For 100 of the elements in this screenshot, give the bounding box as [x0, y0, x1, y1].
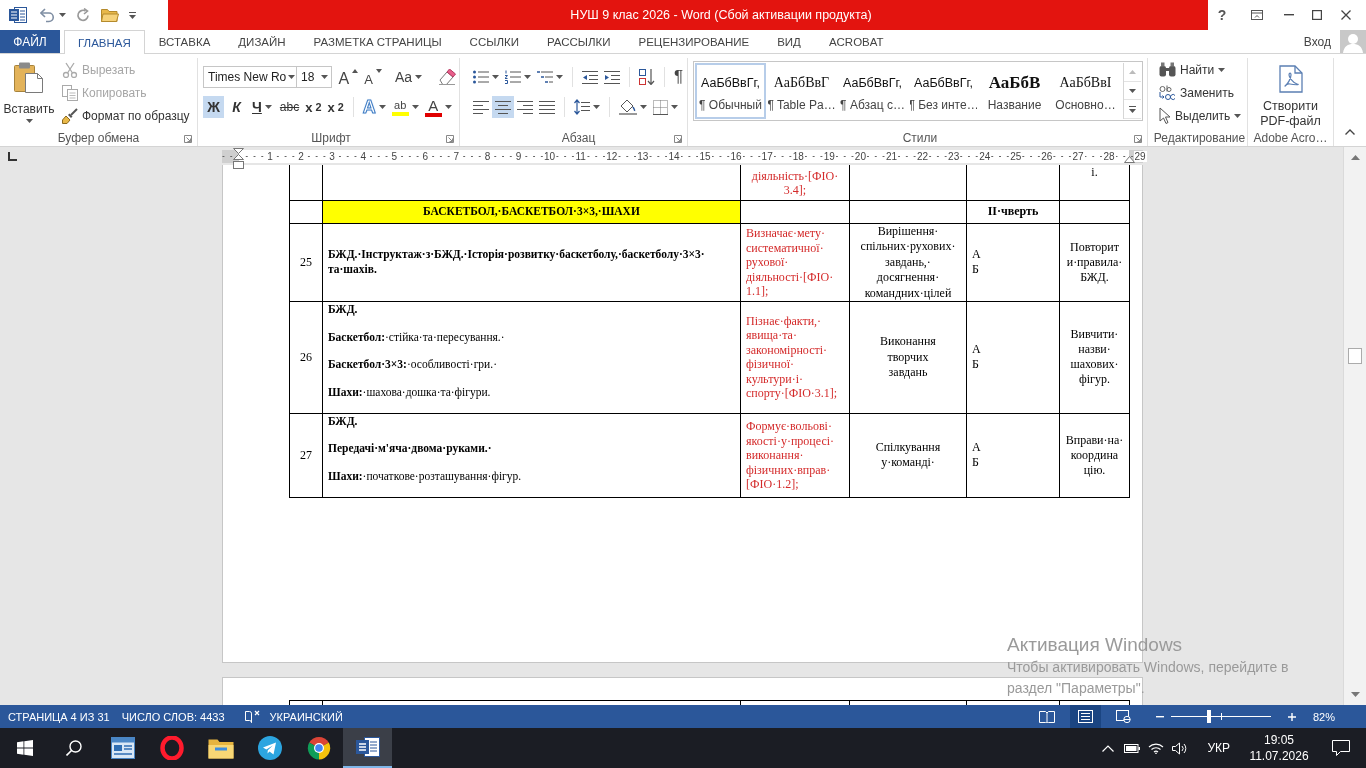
- font-size-field[interactable]: 18: [296, 66, 332, 88]
- app-logo-icon[interactable]: [9, 6, 27, 24]
- cell-text: і.: [1090, 165, 1099, 180]
- ruler-number: 22: [916, 150, 930, 162]
- cell-text: діяльність·[ФІО· 3.4];: [750, 168, 840, 198]
- zoom-level[interactable]: 82%: [1312, 710, 1335, 723]
- caret-icon: [556, 75, 563, 79]
- ruler-number: 3: [328, 150, 336, 162]
- input-language-button[interactable]: УКР: [1201, 728, 1236, 768]
- page-count[interactable]: СТРАНИЦА 4 ИЗ 31: [8, 710, 110, 723]
- taskbar-app-button[interactable]: [343, 728, 392, 768]
- painter-button[interactable]: Формат по образцу: [60, 104, 192, 127]
- dialog-launcher-icon[interactable]: [446, 135, 454, 143]
- ribbon-tab[interactable]: ГЛАВНАЯ: [64, 30, 145, 54]
- clipboard-icon: [13, 62, 45, 93]
- sign-in-link[interactable]: Вход: [1303, 34, 1331, 49]
- indent-marker-icon[interactable]: [1124, 156, 1135, 163]
- cell-text: Пізнає·факти,· явища·та· закономірності· фізичної· культури·і· спорту·[ФІО·3.1];: [746, 313, 839, 401]
- print-view-button[interactable]: [1069, 705, 1101, 728]
- ribbon-tab[interactable]: ВСТАВКА: [144, 30, 225, 53]
- ruler-number: 8: [483, 150, 492, 162]
- eraser-icon: [438, 69, 456, 85]
- cell-text: БЖД.: [328, 413, 359, 429]
- speaker-icon[interactable]: [1172, 741, 1188, 755]
- caret-icon: [59, 13, 66, 17]
- table-cell: [289, 165, 323, 200]
- cell-text: Визначає·мету· систематичної· рухової· діяльності·[ФІО· 1.1];: [746, 226, 835, 299]
- cell-text: Шахи:·початкове·розташування·фігур.: [328, 469, 523, 485]
- ribbon-tab[interactable]: ACROBAT: [814, 30, 898, 53]
- battery-icon[interactable]: [1124, 743, 1141, 753]
- bold-button[interactable]: Ж: [203, 96, 224, 118]
- clock-button[interactable]: 19:05 11.07.2026: [1246, 732, 1312, 764]
- caret-icon: [264, 105, 272, 109]
- ruler-number: 16: [729, 150, 743, 162]
- strikethrough-button[interactable]: abc: [276, 96, 303, 118]
- paste-button[interactable]: Вставить: [3, 58, 55, 130]
- dialog-launcher-icon[interactable]: [184, 135, 192, 143]
- zoom-slider-thumb[interactable]: [1206, 710, 1211, 723]
- style-item[interactable]: АаБбВвГг, ¶ Обычный: [695, 63, 766, 119]
- ribbon-tab[interactable]: РАЗМЕТКА СТРАНИЦЫ: [299, 30, 456, 53]
- dialog-launcher-icon[interactable]: [1134, 135, 1142, 143]
- maximize-icon: [1312, 10, 1322, 20]
- scroll-down-icon[interactable]: [1350, 692, 1360, 697]
- word-count[interactable]: ЧИСЛО СЛОВ: 4433: [121, 710, 225, 723]
- vertical-scrollbar[interactable]: [1343, 147, 1366, 705]
- text-effects-button[interactable]: A: [359, 96, 389, 118]
- sort-icon: [639, 69, 655, 85]
- style-item[interactable]: АаБбВвГ ¶ Table Pa…: [766, 63, 837, 119]
- ring-logo-icon: [159, 736, 184, 760]
- ribbon-tab[interactable]: ССЫЛКИ: [455, 30, 533, 53]
- ribbon-tab[interactable]: РАССЫЛКИ: [532, 30, 625, 53]
- language-button[interactable]: УКРАИНСКИЙ: [269, 710, 343, 723]
- ribbon-tab[interactable]: РЕЦЕНЗИРОВАНИЕ: [624, 30, 764, 53]
- customize-caret-icon: [129, 11, 136, 19]
- minus-icon: [1155, 715, 1164, 718]
- ruler-number: 1: [266, 150, 274, 162]
- font-name-field[interactable]: Times New Ro: [203, 66, 297, 88]
- italic-button[interactable]: К: [226, 96, 247, 118]
- change-case-button[interactable]: Aa: [391, 66, 425, 88]
- show-marks-button[interactable]: ¶: [671, 66, 687, 88]
- chevron-up-icon: [1345, 129, 1355, 135]
- ruler-number: 19: [822, 150, 836, 162]
- folder-icon: [207, 737, 234, 759]
- proofing-book-icon[interactable]: [244, 710, 260, 723]
- ribbon-tab[interactable]: ВИД: [763, 30, 815, 53]
- scroll-up-icon[interactable]: [1350, 155, 1360, 160]
- page-layout-icon: [1077, 710, 1093, 723]
- font-color-button[interactable]: A: [421, 96, 455, 118]
- highlight-button[interactable]: ab: [388, 96, 422, 118]
- create-pdf-button[interactable]: Створити PDF-файл: [1248, 58, 1333, 130]
- wifi-icon[interactable]: [1148, 742, 1165, 754]
- increase-indent-icon: [604, 70, 620, 84]
- style-item[interactable]: АаБбВвГг, ¶ Абзац с…: [837, 63, 908, 119]
- dialog-launcher-icon[interactable]: [674, 135, 682, 143]
- numbered-list-icon: [505, 70, 521, 84]
- ribbon-tab[interactable]: ДИЗАЙН: [224, 30, 300, 53]
- select-button[interactable]: Выделить: [1157, 104, 1244, 127]
- tab-stop-icon[interactable]: [8, 151, 17, 161]
- style-item[interactable]: АаБбВ Название: [979, 63, 1050, 119]
- align-center-button[interactable]: [492, 96, 514, 118]
- folder-icon: [101, 8, 119, 22]
- file-tab[interactable]: ФАЙЛ: [0, 30, 60, 53]
- shrink-font-button[interactable]: A: [362, 66, 384, 88]
- pdf-document-icon: [1278, 65, 1303, 93]
- group-label: Редактирование: [1153, 131, 1246, 145]
- cell-text: Шахи:·шахова·дошка·та·фігури.: [328, 385, 492, 401]
- minimize-icon: [1284, 14, 1294, 16]
- bulleted-list-icon: [473, 70, 489, 84]
- decrease-indent-icon: [582, 70, 598, 84]
- scroll-thumb[interactable]: [1348, 348, 1362, 364]
- find-button[interactable]: Найти: [1157, 58, 1244, 81]
- replace-button[interactable]: Заменить: [1157, 81, 1244, 104]
- indent-marker-icon[interactable]: [233, 148, 244, 169]
- help-button[interactable]: ?: [1208, 0, 1236, 30]
- cell-text: 25: [299, 254, 313, 270]
- replace-icon: [1159, 84, 1176, 101]
- document-app-icon: [355, 736, 380, 758]
- style-item[interactable]: АаБбВвІ Основно…: [1050, 63, 1121, 119]
- grow-font-button[interactable]: A: [336, 66, 361, 88]
- underline-button[interactable]: Ч: [249, 96, 275, 118]
